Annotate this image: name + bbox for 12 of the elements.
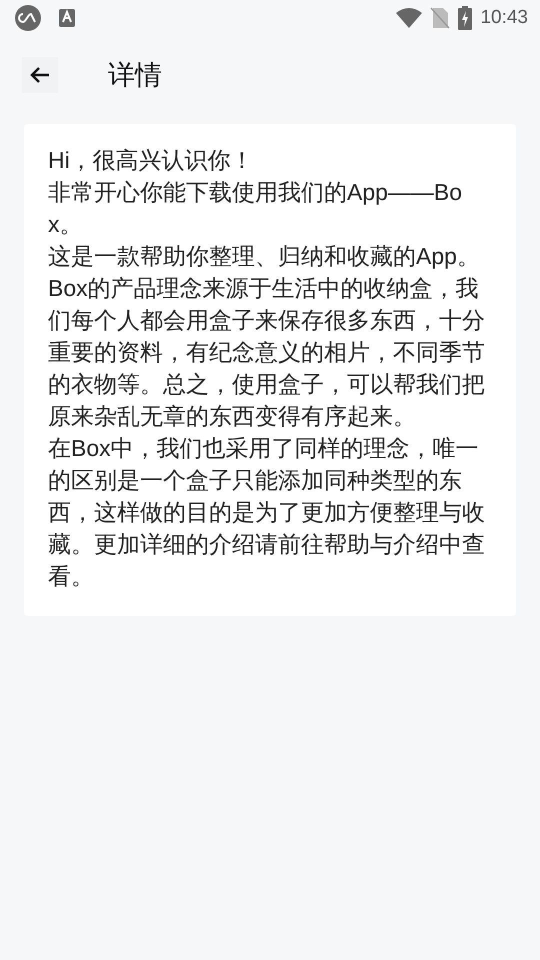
wifi-icon <box>396 7 422 29</box>
page-title: 详情 <box>108 58 162 92</box>
back-button[interactable] <box>22 57 58 93</box>
paragraph: 这是一款帮助你整理、归纳和收藏的App。 <box>48 242 481 271</box>
clock-time: 10:43 <box>480 6 528 30</box>
battery-charging-icon <box>458 6 472 30</box>
app-logo-icon <box>14 4 42 32</box>
paragraph: Box的产品理念来源于生活中的收纳盒，我们每个人都会用盒子来保存很多东西，十分重要的资料，有纪念意义的相片，不同季节的衣物等。总之，使用盒子，可以帮我们把原来杂乱无章的东西变得有序起来。 <box>48 274 486 431</box>
paragraph: 非常开心你能下载使用我们的App——Box。 <box>48 178 464 239</box>
paragraph: 在Box中，我们也采用了同样的理念，唯一的区别是一个盒子只能添加同种类型的东西，这样做的目的是为了更加方便整理与收藏。更加详细的介绍请前往帮助与介绍中查看。 <box>48 434 486 591</box>
no-sim-icon <box>430 7 450 29</box>
paragraph: Hi，很高兴认识你！ <box>48 146 255 175</box>
